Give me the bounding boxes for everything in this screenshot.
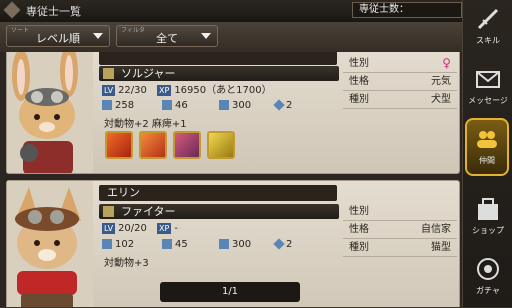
unit-list[interactable]: ソルジャー LV 22/30 XP 16950（あと1700） 258 46 300…: [0, 52, 462, 307]
header-bar: 専従士一覧 専従士数：: [0, 0, 462, 23]
nav-shop-label: ショップ: [472, 226, 504, 235]
unit-bonus: 対動物+3: [104, 258, 149, 269]
stat-attack-value: 45: [175, 239, 188, 250]
stat-defense: 300: [219, 238, 251, 251]
hp-icon: [102, 100, 112, 110]
skill-cross-slash-icon[interactable]: [139, 131, 167, 159]
attr-key: 種別: [349, 94, 369, 105]
unit-job: ファイター: [99, 204, 339, 219]
sort-dropdown[interactable]: ソート レベル順: [6, 25, 110, 47]
nav-skill-label: スキル: [476, 36, 500, 45]
attr-personality: 性格 元気: [343, 73, 457, 91]
stat-hp-value: 102: [115, 239, 135, 250]
unit-xp-value: 16950（あと1700）: [174, 85, 272, 96]
nav-shop[interactable]: ショップ: [463, 190, 512, 248]
unit-bonus: 対動物+2 麻痺+1: [104, 119, 187, 130]
attr-personality: 性格 自信家: [343, 221, 457, 239]
lv-tag: LV: [102, 222, 116, 234]
unit-level: LV 22/30: [102, 84, 147, 97]
attr-key: 性格: [349, 76, 369, 87]
unit-attributes: 性別 性格 自信家 種別 猫型: [343, 203, 457, 257]
stat-hp: 102: [102, 238, 134, 251]
nav-gacha[interactable]: ガチャ: [463, 250, 512, 308]
gacha-icon: [475, 256, 501, 282]
skill-strike-icon[interactable]: [207, 131, 235, 159]
unit-job-label: ソルジャー: [121, 67, 176, 80]
sword-stat-icon: [162, 100, 172, 110]
header-emblem-icon: [3, 1, 21, 19]
sword-stat-icon: [162, 239, 172, 249]
unit-count-label: 専従士数：: [352, 2, 462, 18]
stat-defense-value: 300: [232, 239, 252, 250]
unit-xp: XP 16950（あと1700）: [157, 84, 272, 97]
page-indicator: 1/1: [160, 282, 300, 302]
stat-speed-value: 2: [286, 239, 293, 250]
stat-hp: 258: [102, 99, 134, 112]
attr-gender: 性別 ♀: [343, 55, 457, 73]
unit-portrait: [7, 181, 93, 307]
unit-level: LV 20/20: [102, 222, 147, 235]
people-icon: [474, 126, 500, 152]
hp-icon: [102, 239, 112, 249]
chevron-down-icon: [201, 33, 211, 39]
nav-gacha-label: ガチャ: [476, 286, 500, 295]
unit-xp-value: -: [174, 223, 178, 234]
chevron-down-icon: [93, 33, 103, 39]
attr-type: 種別 猫型: [343, 239, 457, 257]
unit-xp: XP -: [157, 222, 178, 235]
stat-speed-value: 2: [286, 100, 293, 111]
nav-party[interactable]: 仲間: [465, 118, 509, 176]
stat-attack: 46: [162, 99, 188, 112]
attr-key: 性別: [349, 206, 369, 217]
stat-attack-value: 46: [175, 100, 188, 111]
sword-icon: [475, 6, 501, 32]
unit-job-label: ファイター: [121, 205, 176, 218]
job-icon: [103, 68, 114, 79]
unit-level-value: 20/20: [118, 223, 147, 234]
filter-bar: ソート レベル順 フィルタ 全て: [0, 22, 462, 52]
female-icon: ♀: [442, 56, 451, 70]
attr-key: 性格: [349, 224, 369, 235]
stat-attack: 45: [162, 238, 188, 251]
xp-tag: XP: [157, 222, 172, 234]
filter-dropdown[interactable]: フィルタ 全て: [116, 25, 218, 47]
nav-message-label: メッセージ: [468, 96, 508, 105]
unit-name: [99, 52, 337, 65]
nav-message[interactable]: メッセージ: [463, 60, 512, 118]
unit-job: ソルジャー: [99, 66, 339, 81]
attr-value: 猫型: [431, 242, 451, 253]
attr-value: 自信家: [421, 224, 451, 235]
envelope-icon: [475, 66, 501, 92]
unit-attributes: 性別 ♀ 性格 元気 種別 犬型: [343, 55, 457, 109]
attr-value: 元気: [431, 76, 451, 87]
shop-icon: [475, 196, 501, 222]
attr-key: 性別: [349, 58, 369, 69]
shield-stat-icon: [219, 100, 229, 110]
stat-hp-value: 258: [115, 100, 135, 111]
shield-stat-icon: [219, 239, 229, 249]
stat-defense: 300: [219, 99, 251, 112]
gem-stat-icon: [273, 99, 285, 111]
stat-speed: 2: [273, 99, 293, 112]
page-title: 専従士一覧: [26, 5, 81, 18]
unit-level-value: 22/30: [118, 85, 147, 96]
job-icon: [103, 206, 114, 217]
attr-value: 犬型: [431, 94, 451, 105]
unit-portrait: [7, 52, 93, 173]
side-nav: スキル メッセージ 仲間 ショップ ガチャ: [462, 0, 512, 307]
unit-name: エリン: [99, 185, 337, 201]
gem-stat-icon: [273, 238, 285, 250]
attr-gender: 性別: [343, 203, 457, 221]
stat-defense-value: 300: [232, 100, 252, 111]
stat-speed: 2: [273, 238, 293, 251]
skill-slash-icon[interactable]: [105, 131, 133, 159]
nav-party-label: 仲間: [479, 156, 495, 165]
attr-type: 種別 犬型: [343, 91, 457, 109]
nav-skill[interactable]: スキル: [463, 0, 512, 58]
lv-tag: LV: [102, 84, 116, 96]
attr-key: 種別: [349, 242, 369, 253]
unit-card[interactable]: ソルジャー LV 22/30 XP 16950（あと1700） 258 46 300…: [6, 52, 460, 174]
xp-tag: XP: [157, 84, 172, 96]
skill-spin-icon[interactable]: [173, 131, 201, 159]
